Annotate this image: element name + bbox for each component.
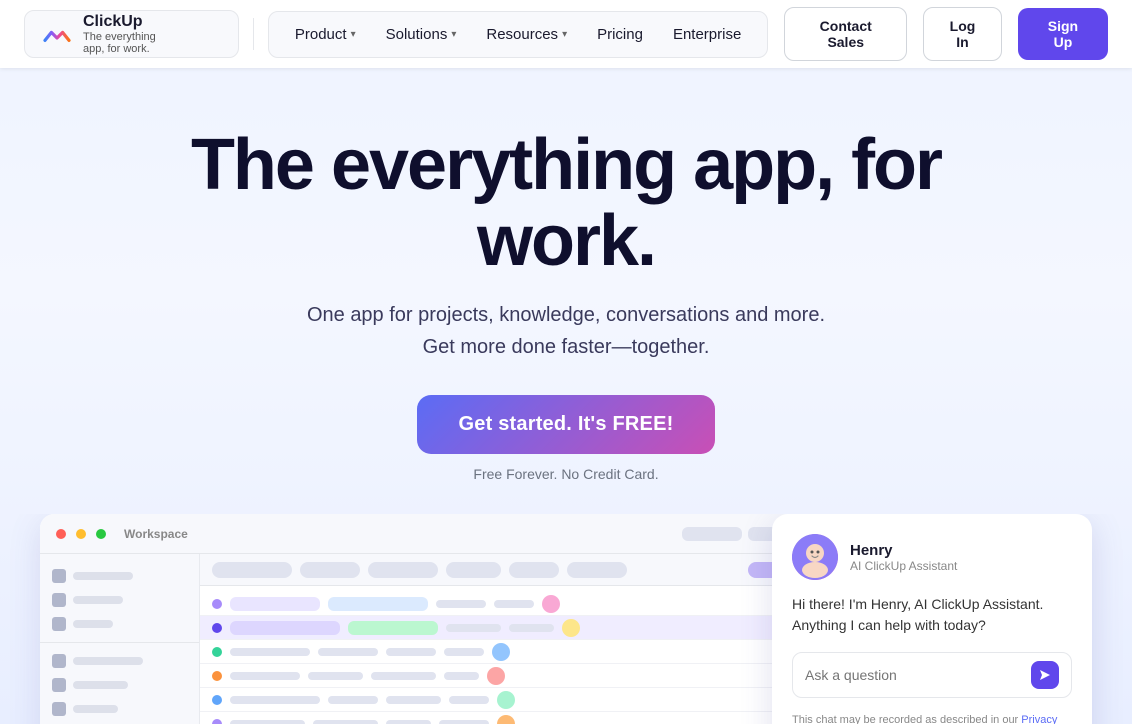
chat-header: Henry AI ClickUp Assistant — [792, 534, 1072, 580]
nav-item-pricing[interactable]: Pricing — [583, 18, 657, 51]
chat-send-button[interactable] — [1031, 661, 1059, 689]
navbar: ClickUp The everythingapp, for work. Pro… — [0, 0, 1132, 68]
hero-content: The everything app, for work. One app fo… — [116, 68, 1016, 482]
nav-links: Product ▾ Solutions ▾ Resources ▾ Pricin… — [268, 11, 768, 58]
send-icon — [1038, 668, 1052, 682]
nav-divider — [253, 18, 254, 50]
contact-sales-button[interactable]: Contact Sales — [784, 7, 907, 61]
hero-fine-print: Free Forever. No Credit Card. — [473, 466, 658, 482]
logo[interactable]: ClickUp The everythingapp, for work. — [24, 10, 239, 58]
chat-agent-info: Henry AI ClickUp Assistant — [850, 542, 957, 573]
hero-subtitle: One app for projects, knowledge, convers… — [307, 299, 825, 363]
hero-section: The everything app, for work. One app fo… — [0, 0, 1132, 724]
logo-text: ClickUp The everythingapp, for work. — [83, 13, 156, 55]
chat-footer: This chat may be recorded as described i… — [792, 712, 1072, 724]
app-preview: Workspace — [0, 514, 1132, 724]
nav-item-solutions[interactable]: Solutions ▾ — [372, 18, 471, 51]
chat-avatar — [792, 534, 838, 580]
hero-cta-button[interactable]: Get started. It's FREE! — [417, 395, 716, 454]
product-chevron-icon: ▾ — [351, 29, 356, 40]
resources-chevron-icon: ▾ — [562, 29, 567, 40]
chat-input-container — [792, 652, 1072, 698]
logo-tagline: The everythingapp, for work. — [83, 31, 156, 55]
clickup-logo-icon — [41, 18, 73, 50]
login-button[interactable]: Log In — [923, 7, 1002, 61]
app-screenshot: Workspace — [40, 514, 840, 724]
chat-widget: Henry AI ClickUp Assistant Hi there! I'm… — [772, 514, 1092, 724]
nav-item-resources[interactable]: Resources ▾ — [472, 18, 581, 51]
hero-title: The everything app, for work. — [116, 128, 1016, 279]
nav-item-product[interactable]: Product ▾ — [281, 18, 370, 51]
logo-name: ClickUp — [83, 13, 156, 31]
chat-message: Hi there! I'm Henry, AI ClickUp Assistan… — [792, 594, 1072, 636]
signup-button[interactable]: Sign Up — [1018, 8, 1108, 60]
chat-input[interactable] — [805, 667, 1023, 683]
chat-agent-name: Henry — [850, 542, 957, 559]
solutions-chevron-icon: ▾ — [451, 29, 456, 40]
chat-agent-role: AI ClickUp Assistant — [850, 559, 957, 573]
nav-item-enterprise[interactable]: Enterprise — [659, 18, 755, 51]
